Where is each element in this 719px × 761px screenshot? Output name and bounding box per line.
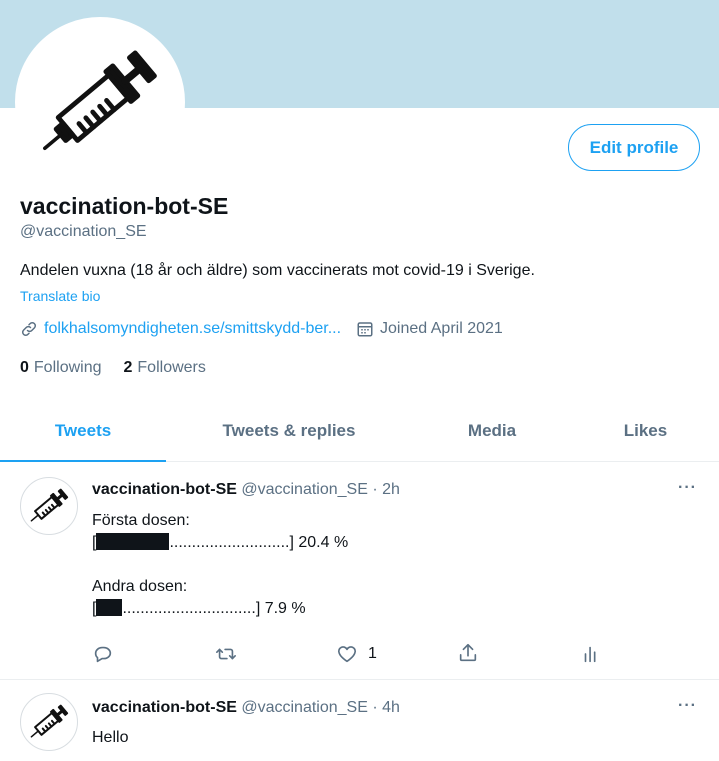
tweet-handle-time[interactable]: @vaccination_SE · 2h [241, 481, 400, 498]
profile-bio: Andelen vuxna (18 år och äldre) som vacc… [20, 262, 535, 279]
more-options-icon[interactable]: ··· [678, 697, 697, 715]
profile-display-name: vaccination-bot-SE [20, 193, 229, 219]
profile-meta: folkhalsomyndigheten.se/smittskydd-ber..… [20, 320, 503, 338]
profile-website-link[interactable]: folkhalsomyndigheten.se/smittskydd-ber..… [44, 320, 341, 338]
like-button[interactable]: 1 [336, 643, 377, 665]
reply-icon [94, 646, 112, 663]
syringe-icon [30, 704, 69, 738]
analytics-button[interactable] [580, 643, 602, 665]
followers-label: Followers [137, 359, 206, 376]
tweet-text: Första dosen: [.........................… [92, 510, 348, 620]
tab-media[interactable]: Media [412, 400, 572, 461]
progress-fill [96, 599, 123, 616]
link-icon [21, 321, 37, 337]
reply-button[interactable] [92, 643, 114, 665]
followers-count: 2 [123, 359, 133, 376]
share-icon [459, 643, 477, 662]
tweet-author-name[interactable]: vaccination-bot-SE [92, 481, 237, 498]
tweet-author-name[interactable]: vaccination-bot-SE [92, 699, 237, 716]
like-count: 1 [368, 645, 377, 662]
syringe-icon [30, 488, 69, 522]
tweet-item[interactable]: vaccination-bot-SE @vaccination_SE · 4h … [0, 681, 719, 761]
analytics-icon [584, 646, 596, 663]
progress-dots: .............................. [122, 600, 256, 617]
profile-tabs: Tweets Tweets & replies Media Likes [0, 400, 719, 462]
following-link[interactable]: 0 Following [20, 359, 102, 377]
more-options-icon[interactable]: ··· [678, 479, 697, 497]
progress-fill [96, 533, 170, 550]
progress-dots: ........................... [169, 534, 290, 551]
tweet-avatar[interactable] [20, 477, 78, 535]
tweet-handle-time[interactable]: @vaccination_SE · 4h [241, 699, 400, 716]
first-dose-progress: [...........................] 20.4 % [92, 532, 348, 554]
retweet-icon [216, 648, 236, 660]
following-count: 0 [20, 359, 29, 376]
profile-handle: @vaccination_SE [20, 223, 147, 240]
syringe-icon [43, 50, 157, 151]
tweet-text: Hello [92, 729, 129, 746]
first-dose-value: ] 20.4 % [289, 534, 349, 551]
tab-likes[interactable]: Likes [572, 400, 719, 461]
translate-bio-link[interactable]: Translate bio [20, 288, 100, 304]
joined-date: Joined April 2021 [380, 320, 503, 337]
edit-profile-button[interactable]: Edit profile [568, 124, 700, 171]
tweet-avatar[interactable] [20, 693, 78, 751]
retweet-button[interactable] [215, 643, 237, 665]
calendar-icon [357, 322, 373, 337]
tab-tweets[interactable]: Tweets [0, 400, 166, 462]
following-label: Following [33, 359, 102, 376]
profile-avatar[interactable] [15, 17, 185, 187]
second-dose-value: ] 7.9 % [255, 600, 306, 617]
second-dose-label: Andra dosen: [92, 578, 188, 595]
follow-stats: 0 Following 2 Followers [20, 359, 228, 377]
like-icon [337, 646, 357, 663]
first-dose-label: Första dosen: [92, 512, 190, 529]
followers-link[interactable]: 2 Followers [124, 359, 206, 377]
tab-tweets-replies[interactable]: Tweets & replies [166, 400, 412, 461]
second-dose-progress: [..............................] 7.9 % [92, 598, 348, 620]
share-button[interactable] [457, 642, 479, 664]
